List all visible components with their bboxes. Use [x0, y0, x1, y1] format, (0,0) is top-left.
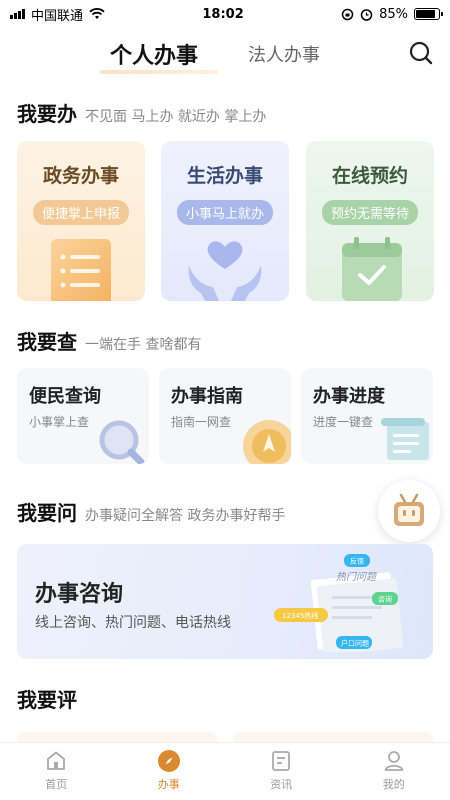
bubble-feedback: 反馈: [350, 557, 364, 566]
user-icon: [384, 751, 404, 771]
section-do-header: 我要办 不见面 马上办 就近办 掌上办: [17, 98, 266, 127]
card-tag: 小事掌上查: [29, 415, 90, 429]
tab-home[interactable]: 首页: [0, 743, 113, 800]
compass-badge-icon: [243, 420, 291, 464]
tab-personal[interactable]: 个人办事: [110, 38, 198, 70]
carrier-label: 中国联通: [31, 8, 84, 24]
top-tab-bar: 个人办事 法人办事: [0, 28, 450, 76]
bubble-hotline: 12345热线: [282, 611, 318, 620]
tab-services[interactable]: 办事: [113, 743, 226, 800]
card-title: 便民查询: [29, 386, 101, 407]
card-title: 办事指南: [171, 386, 243, 407]
tab-label: 首页: [45, 778, 68, 791]
heart-hands-icon: [188, 241, 262, 301]
active-tab-indicator: [100, 70, 218, 74]
tab-label: 资讯: [270, 778, 293, 791]
tab-news[interactable]: 资讯: [225, 743, 338, 800]
battery-percent: 85%: [379, 6, 408, 22]
scroll-icon: [381, 418, 429, 460]
section-subtitle: 办事疑问全解答 政务办事好帮手: [85, 508, 286, 524]
card-title: 生活办事: [186, 165, 263, 187]
banner-description: 线上咨询、热门问题、电话热线: [35, 615, 231, 631]
news-icon: [272, 751, 291, 771]
battery-icon: [414, 8, 443, 20]
calendar-check-icon: [342, 237, 402, 301]
card-service-guide[interactable]: 办事指南 指南一网查: [159, 368, 291, 464]
card-life-affairs[interactable]: 生活办事 小事马上就办: [161, 141, 289, 301]
banner-title: 办事咨询: [35, 582, 124, 607]
section-check-header: 我要查 一端在手 查啥都有: [17, 326, 201, 355]
status-bar: 中国联通 18:02 85%: [0, 0, 450, 28]
card-tag: 进度一键查: [313, 415, 374, 429]
bubble-household: 户口问题: [341, 639, 369, 648]
clock: 18:02: [202, 6, 244, 22]
robot-assistant-button[interactable]: [378, 480, 440, 542]
rotation-lock-icon: [341, 8, 354, 20]
bottom-tab-bar: 首页 办事 资讯 我的: [0, 742, 450, 800]
section-title: 我要查: [17, 330, 77, 354]
card-title: 政务办事: [42, 165, 119, 187]
card-convenience-query[interactable]: 便民查询 小事掌上查: [17, 368, 149, 464]
card-progress-query[interactable]: 办事进度 进度一键查: [301, 368, 433, 464]
magnifier-icon: [99, 420, 145, 464]
paper-title: 热门问题: [336, 571, 378, 583]
card-title: 在线预约: [331, 165, 408, 187]
robot-icon: [394, 493, 424, 526]
section-ask-header: 我要问 办事疑问全解答 政务办事好帮手: [17, 497, 285, 526]
hot-questions-illustration: 热门问题 反馈 咨询 12345热线 户口问题: [274, 554, 404, 652]
tab-corporate[interactable]: 法人办事: [248, 41, 320, 67]
card-title: 办事进度: [313, 386, 385, 407]
section-subtitle: 不见面 马上办 就近办 掌上办: [85, 109, 267, 125]
home-icon: [47, 751, 66, 770]
section-title: 我要问: [17, 501, 77, 525]
tab-label: 我的: [382, 778, 405, 791]
section-title: 我要评: [17, 688, 77, 712]
section-subtitle: 一端在手 查啥都有: [85, 337, 202, 353]
tab-mine[interactable]: 我的: [338, 743, 450, 800]
section-title: 我要办: [17, 102, 77, 126]
bubble-consult: 咨询: [378, 595, 392, 604]
wifi-icon: [89, 8, 105, 19]
signal-icon: [10, 9, 25, 19]
tab-label: 办事: [157, 778, 180, 791]
section-eval-header: 我要评: [17, 684, 77, 713]
compass-icon: [157, 750, 180, 772]
card-tag: 指南一网查: [171, 415, 232, 429]
consultation-banner[interactable]: 办事咨询 线上咨询、热门问题、电话热线 热门问题 反馈 咨询 12345热线 户…: [17, 544, 433, 659]
document-icon: [51, 239, 111, 301]
search-icon[interactable]: [408, 40, 434, 66]
card-government-affairs[interactable]: 政务办事 便捷掌上申报: [17, 141, 145, 301]
alarm-icon: [360, 8, 373, 21]
card-online-booking[interactable]: 在线预约 预约无需等待: [306, 141, 434, 301]
